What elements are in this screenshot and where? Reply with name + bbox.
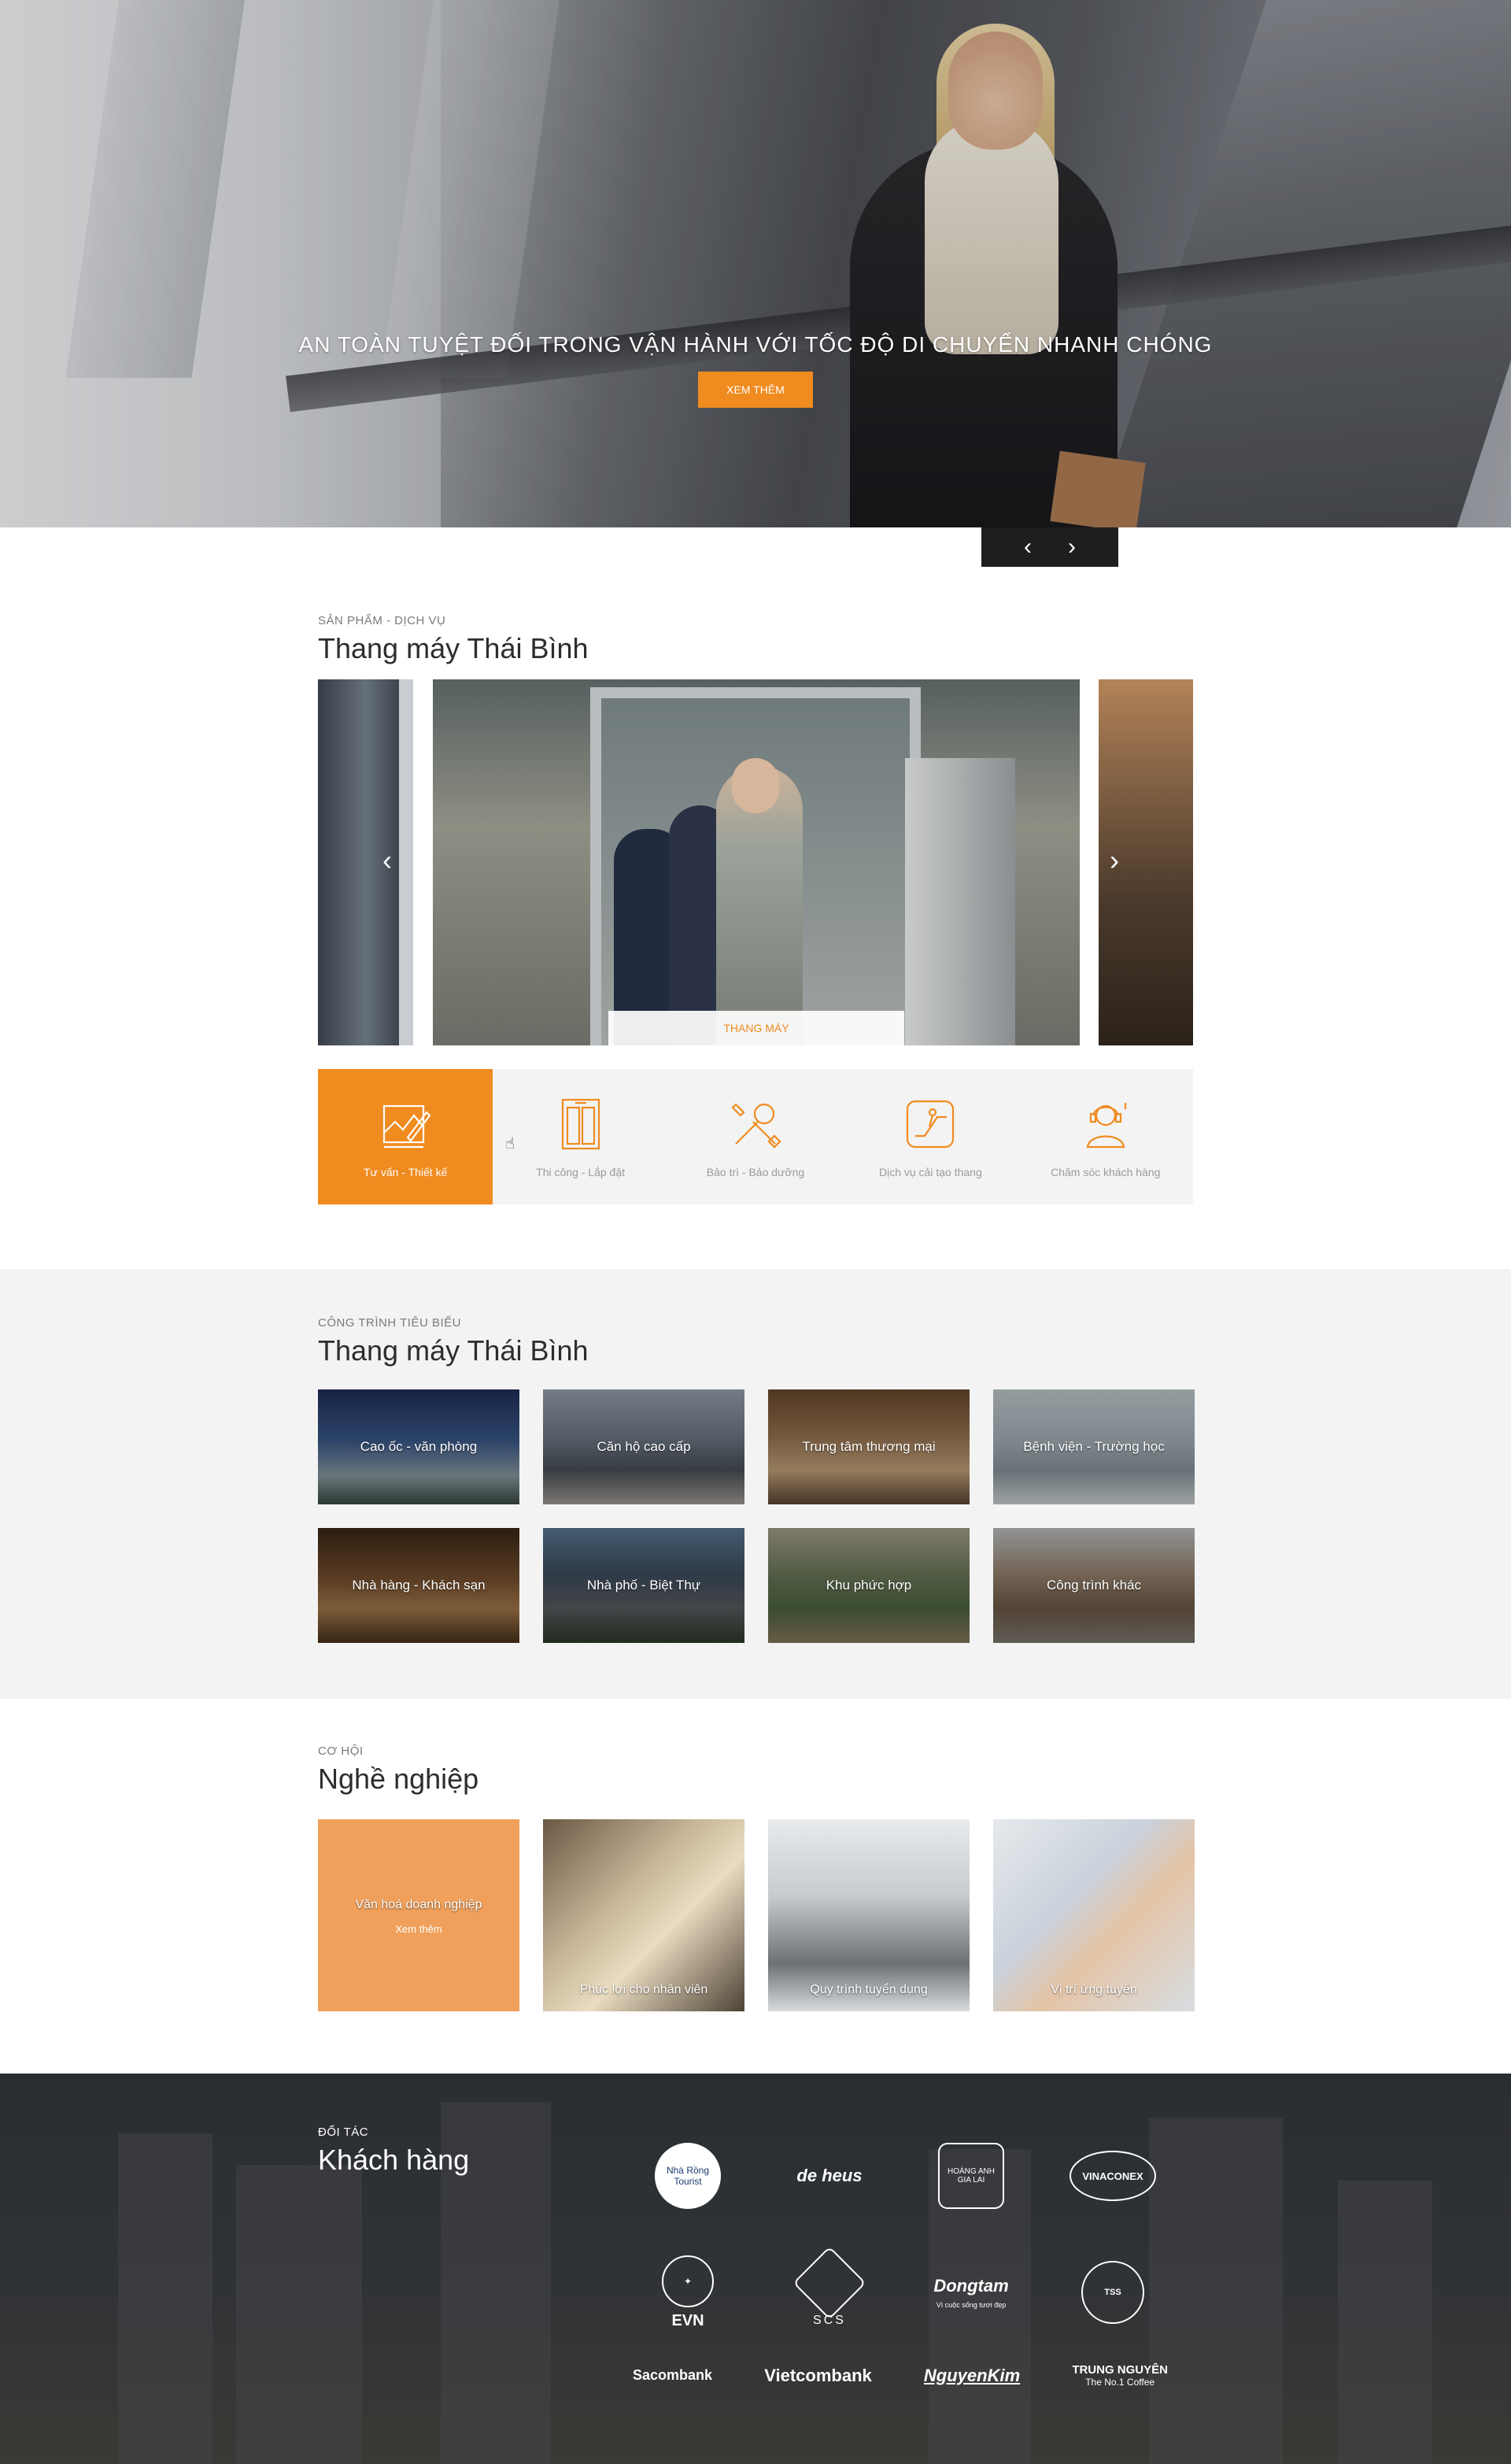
escalator-icon (901, 1095, 959, 1153)
project-label: Căn hộ cao cấp (597, 1439, 691, 1454)
service-item-customer-care[interactable]: Chăm sóc khách hàng (1018, 1069, 1193, 1204)
carousel-next-icon[interactable]: › (1110, 846, 1119, 875)
hero-more-button[interactable]: XEM THÊM (698, 372, 813, 408)
tools-icon (726, 1095, 785, 1153)
service-item-renovation[interactable]: Dịch vụ cải tạo thang (843, 1069, 1018, 1204)
products-kicker: SẢN PHẨM - DỊCH VỤ (318, 614, 446, 627)
mouse-cursor-icon: ☝ (505, 1135, 515, 1152)
career-tile-benefits[interactable]: Phúc lợi cho nhân viên (543, 1819, 744, 2011)
service-bar: Tư vấn - Thiết kế Thi công - Lắp đặt Bảo… (318, 1069, 1193, 1204)
service-label: Dịch vụ cải tạo thang (878, 1166, 982, 1178)
partner-logos: Nhà Rồng Tourist de heus HOÀNG ANH GIA L… (633, 2133, 1168, 2388)
partners-section: ĐỐI TÁC Khách hàng Nhà Rồng Tourist de h… (0, 2074, 1511, 2464)
diamond-icon (792, 2246, 866, 2320)
elevator-door-icon (552, 1095, 610, 1153)
projects-section: CÔNG TRÌNH TIÊU BIỂU Thang máy Thái Bình… (0, 1269, 1511, 1699)
service-label: Tư vấn - Thiết kế (364, 1166, 448, 1178)
project-label: Công trình khác (1046, 1578, 1141, 1593)
compass-star-icon: ✦ (662, 2255, 714, 2307)
service-label: Chăm sóc khách hàng (1051, 1166, 1161, 1178)
project-label: Nhà hàng - Khách sạn (352, 1578, 486, 1593)
career-tile-positions[interactable]: Vị trí ứng tuyển (993, 1819, 1195, 2011)
career-label: Quy trình tuyển dụng (810, 1983, 928, 1996)
partner-logo[interactable]: VINACONEX (1058, 2133, 1168, 2218)
project-label: Bệnh viện - Trường học (1023, 1439, 1165, 1454)
hero-content: AN TOÀN TUYỆT ĐỐI TRONG VẬN HÀNH VỚI TỐC… (0, 332, 1511, 408)
careers-kicker: CƠ HỘI (318, 1744, 364, 1758)
product-carousel: THANG MÁY ‹ › (318, 679, 1193, 1045)
project-tile-mall[interactable]: Trung tâm thương mại (768, 1389, 970, 1504)
career-grid: Văn hoá doanh nghiệp Xem thêm Phúc lợi c… (318, 1819, 1195, 2011)
products-title: Thang máy Thái Bình (318, 632, 589, 664)
service-item-design[interactable]: Tư vấn - Thiết kế (318, 1069, 493, 1204)
project-label: Trung tâm thương mại (802, 1439, 936, 1454)
career-tile-culture[interactable]: Văn hoá doanh nghiệp Xem thêm (318, 1819, 519, 2011)
design-icon (376, 1095, 434, 1153)
hero-title: AN TOÀN TUYỆT ĐỐI TRONG VẬN HÀNH VỚI TỐC… (298, 332, 1213, 357)
career-label: Phúc lợi cho nhân viên (579, 1983, 708, 1996)
project-tile-restaurant[interactable]: Nhà hàng - Khách sạn (318, 1528, 519, 1643)
project-label: Nhà phố - Biệt Thự (586, 1578, 701, 1593)
service-item-install[interactable]: Thi công - Lắp đặt (493, 1069, 667, 1204)
partner-logo[interactable]: Nhà Rồng Tourist (633, 2133, 743, 2218)
project-label: Cao ốc - văn phòng (360, 1439, 478, 1454)
partner-logo[interactable]: ✦ EVN (633, 2250, 743, 2335)
service-item-maintenance[interactable]: Bảo trì - Bảo dưỡng (668, 1069, 843, 1204)
career-label: Vị trí ứng tuyển (1051, 1983, 1137, 1996)
hero-banner: AN TOÀN TUYỆT ĐỐI TRONG VẬN HÀNH VỚI TỐC… (0, 0, 1511, 527)
partner-logo[interactable]: TSS (1058, 2250, 1168, 2335)
partner-logo[interactable]: Sacombank (633, 2367, 712, 2384)
partner-logo[interactable]: HOÀNG ANH GIA LAI (916, 2133, 1026, 2218)
partner-logo[interactable]: SCS (774, 2246, 885, 2335)
service-label: Thi công - Lắp đặt (536, 1166, 626, 1178)
career-tile-recruitment[interactable]: Quy trình tuyển dụng (768, 1819, 970, 2011)
partner-logo[interactable]: Vietcombank (764, 2366, 872, 2386)
carousel-prev-icon[interactable]: ‹ (382, 846, 392, 875)
partner-logo[interactable]: TRUNG NGUYÊN The No.1 Coffee (1072, 2363, 1168, 2388)
support-agent-icon (1077, 1095, 1135, 1153)
carousel-slide-active[interactable]: THANG MÁY (433, 679, 1080, 1045)
partner-logo[interactable]: de heus (774, 2133, 885, 2218)
project-tile-office[interactable]: Cao ốc - văn phòng (318, 1389, 519, 1504)
partner-logo[interactable]: Dongtam Vì cuộc sống tươi đẹp (916, 2250, 1026, 2335)
project-label: Khu phức hợp (826, 1578, 912, 1593)
career-more-link[interactable]: Xem thêm (318, 1923, 519, 1935)
service-label: Bảo trì - Bảo dưỡng (706, 1166, 805, 1178)
project-tile-complex[interactable]: Khu phức hợp (768, 1528, 970, 1643)
products-section: SẢN PHẨM - DỊCH VỤ Thang máy Thái Bình T… (0, 527, 1511, 1269)
project-tile-apartment[interactable]: Căn hộ cao cấp (543, 1389, 744, 1504)
partner-logo[interactable]: NguyenKim (924, 2366, 1020, 2386)
slide-label[interactable]: THANG MÁY (608, 1011, 904, 1045)
project-tile-other[interactable]: Công trình khác (993, 1528, 1195, 1643)
project-tile-hospital[interactable]: Bệnh viện - Trường học (993, 1389, 1195, 1504)
careers-title: Nghề nghiệp (318, 1763, 479, 1795)
project-tile-villa[interactable]: Nhà phố - Biệt Thự (543, 1528, 744, 1643)
project-grid: Cao ốc - văn phòng Căn hộ cao cấp Trung … (318, 1389, 1195, 1643)
careers-section: CƠ HỘI Nghề nghiệp Văn hoá doanh nghiệp … (0, 1699, 1511, 2074)
projects-title: Thang máy Thái Bình (318, 1334, 589, 1367)
carousel-slide-prev[interactable] (318, 679, 413, 1045)
career-label: Văn hoá doanh nghiệp (355, 1898, 482, 1911)
projects-kicker: CÔNG TRÌNH TIÊU BIỂU (318, 1316, 461, 1330)
